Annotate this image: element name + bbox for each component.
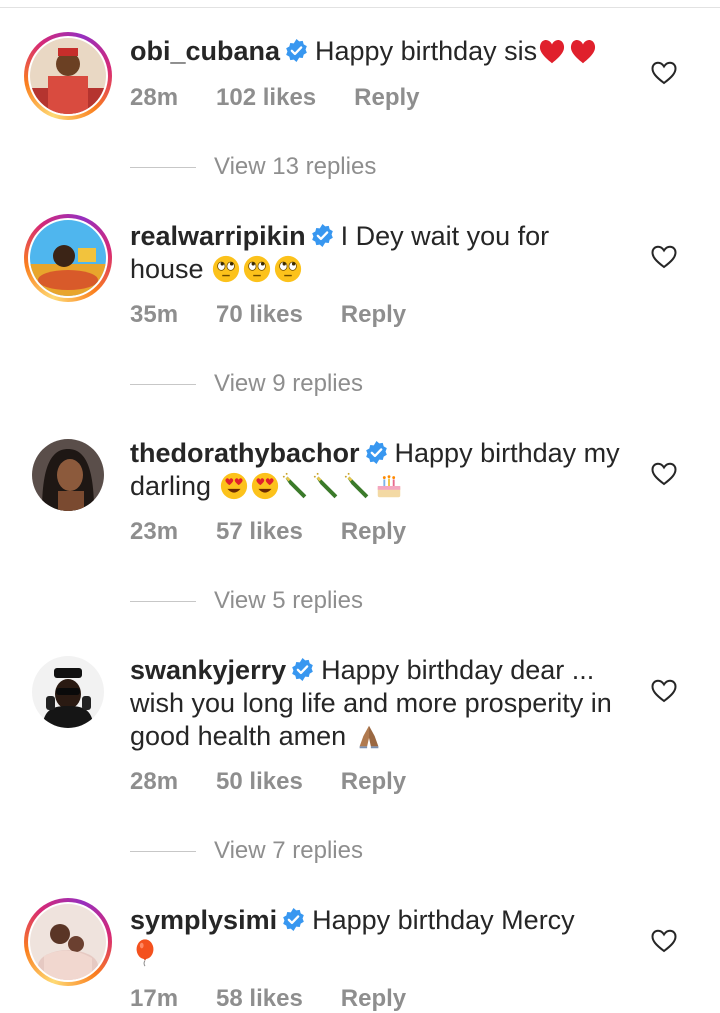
likes-count[interactable]: 70 likes bbox=[216, 301, 303, 328]
champagne-icon bbox=[313, 472, 337, 499]
comment-text: Happy birthday sis bbox=[315, 36, 538, 66]
top-divider bbox=[0, 7, 720, 8]
red-heart-icon bbox=[540, 40, 565, 64]
comment-meta: 28m 102 likes Reply bbox=[130, 84, 458, 112]
view-replies-button[interactable]: View 7 replies bbox=[130, 837, 363, 865]
username[interactable]: realwarripikin bbox=[130, 221, 306, 251]
comment-text-block: obi_cubana Happy birthday sis bbox=[130, 35, 620, 68]
reply-button[interactable]: Reply bbox=[354, 84, 419, 111]
champagne-icon bbox=[282, 472, 306, 499]
avatar-frame[interactable] bbox=[24, 431, 112, 519]
avatar bbox=[30, 904, 106, 980]
verified-badge-icon bbox=[286, 39, 307, 62]
replies-divider bbox=[130, 166, 196, 169]
username[interactable]: symplysimi bbox=[130, 905, 277, 935]
reply-button[interactable]: Reply bbox=[341, 985, 406, 1012]
reply-button[interactable]: Reply bbox=[341, 768, 406, 795]
verified-badge-icon bbox=[311, 224, 333, 247]
username[interactable]: obi_cubana bbox=[130, 36, 280, 66]
verified-badge-icon bbox=[365, 441, 387, 464]
heart-eyes-icon bbox=[251, 472, 278, 500]
comment-meta: 17m 58 likes Reply bbox=[130, 985, 444, 1013]
comment-meta: 35m 70 likes Reply bbox=[130, 301, 444, 329]
avatar-story-ring[interactable] bbox=[24, 32, 112, 120]
view-replies-label[interactable]: View 9 replies bbox=[214, 370, 363, 397]
view-replies-button[interactable]: View 13 replies bbox=[130, 153, 376, 181]
verified-badge-icon bbox=[292, 658, 313, 681]
replies-divider bbox=[130, 850, 196, 853]
like-heart-icon[interactable] bbox=[651, 245, 677, 269]
birthday-cake-icon bbox=[377, 475, 400, 498]
timestamp: 28m bbox=[130, 768, 179, 795]
view-replies-button[interactable]: View 9 replies bbox=[130, 370, 363, 398]
timestamp: 23m bbox=[130, 518, 179, 545]
avatar bbox=[30, 38, 106, 114]
verified-badge-icon bbox=[283, 908, 304, 931]
avatar bbox=[30, 220, 106, 296]
replies-divider bbox=[130, 600, 196, 603]
likes-count[interactable]: 57 likes bbox=[216, 518, 303, 545]
view-replies-label[interactable]: View 7 replies bbox=[214, 837, 363, 864]
view-replies-label[interactable]: View 5 replies bbox=[214, 587, 363, 614]
like-heart-icon[interactable] bbox=[651, 929, 677, 953]
folded-hands-icon bbox=[359, 725, 379, 749]
comment-meta: 23m 57 likes Reply bbox=[130, 518, 444, 546]
avatar-story-ring[interactable] bbox=[24, 898, 112, 986]
likes-count[interactable]: 50 likes bbox=[216, 768, 303, 795]
comment-text-block: thedorathybachor Happy birthday my darlin… bbox=[130, 437, 620, 503]
balloon-icon bbox=[136, 939, 154, 967]
reply-button[interactable]: Reply bbox=[341, 301, 406, 328]
like-heart-icon[interactable] bbox=[651, 679, 677, 703]
view-replies-label[interactable]: View 13 replies bbox=[214, 153, 376, 180]
like-heart-icon[interactable] bbox=[651, 462, 677, 486]
view-replies-button[interactable]: View 5 replies bbox=[130, 587, 363, 615]
like-heart-icon[interactable] bbox=[651, 61, 677, 85]
comment-text-block: symplysimi Happy birthday Mercy bbox=[130, 904, 620, 970]
avatar-frame[interactable] bbox=[24, 648, 112, 736]
replies-divider bbox=[130, 383, 196, 386]
timestamp: 28m bbox=[130, 84, 179, 111]
timestamp: 35m bbox=[130, 301, 179, 328]
rolling-eyes-icon bbox=[212, 255, 240, 283]
likes-count[interactable]: 58 likes bbox=[216, 985, 303, 1012]
heart-eyes-icon bbox=[220, 472, 247, 500]
username[interactable]: thedorathybachor bbox=[130, 438, 360, 468]
reply-button[interactable]: Reply bbox=[341, 518, 406, 545]
comment-text: Happy birthday Mercy bbox=[312, 905, 575, 935]
rolling-eyes-icon bbox=[243, 255, 271, 283]
likes-count[interactable]: 102 likes bbox=[216, 84, 316, 111]
rolling-eyes-icon bbox=[274, 255, 302, 283]
comment-meta: 28m 50 likes Reply bbox=[130, 768, 444, 796]
timestamp: 17m bbox=[130, 985, 179, 1012]
avatar-story-ring[interactable] bbox=[24, 214, 112, 302]
username[interactable]: swankyjerry bbox=[130, 655, 286, 685]
red-heart-icon bbox=[571, 40, 596, 64]
avatar bbox=[32, 439, 104, 511]
avatar bbox=[32, 656, 104, 728]
comment-text-block: swankyjerry Happy birthday dear ... wish … bbox=[130, 654, 620, 753]
champagne-icon bbox=[344, 472, 368, 499]
comment-text-block: realwarripikin I Dey wait you for house bbox=[130, 220, 620, 286]
